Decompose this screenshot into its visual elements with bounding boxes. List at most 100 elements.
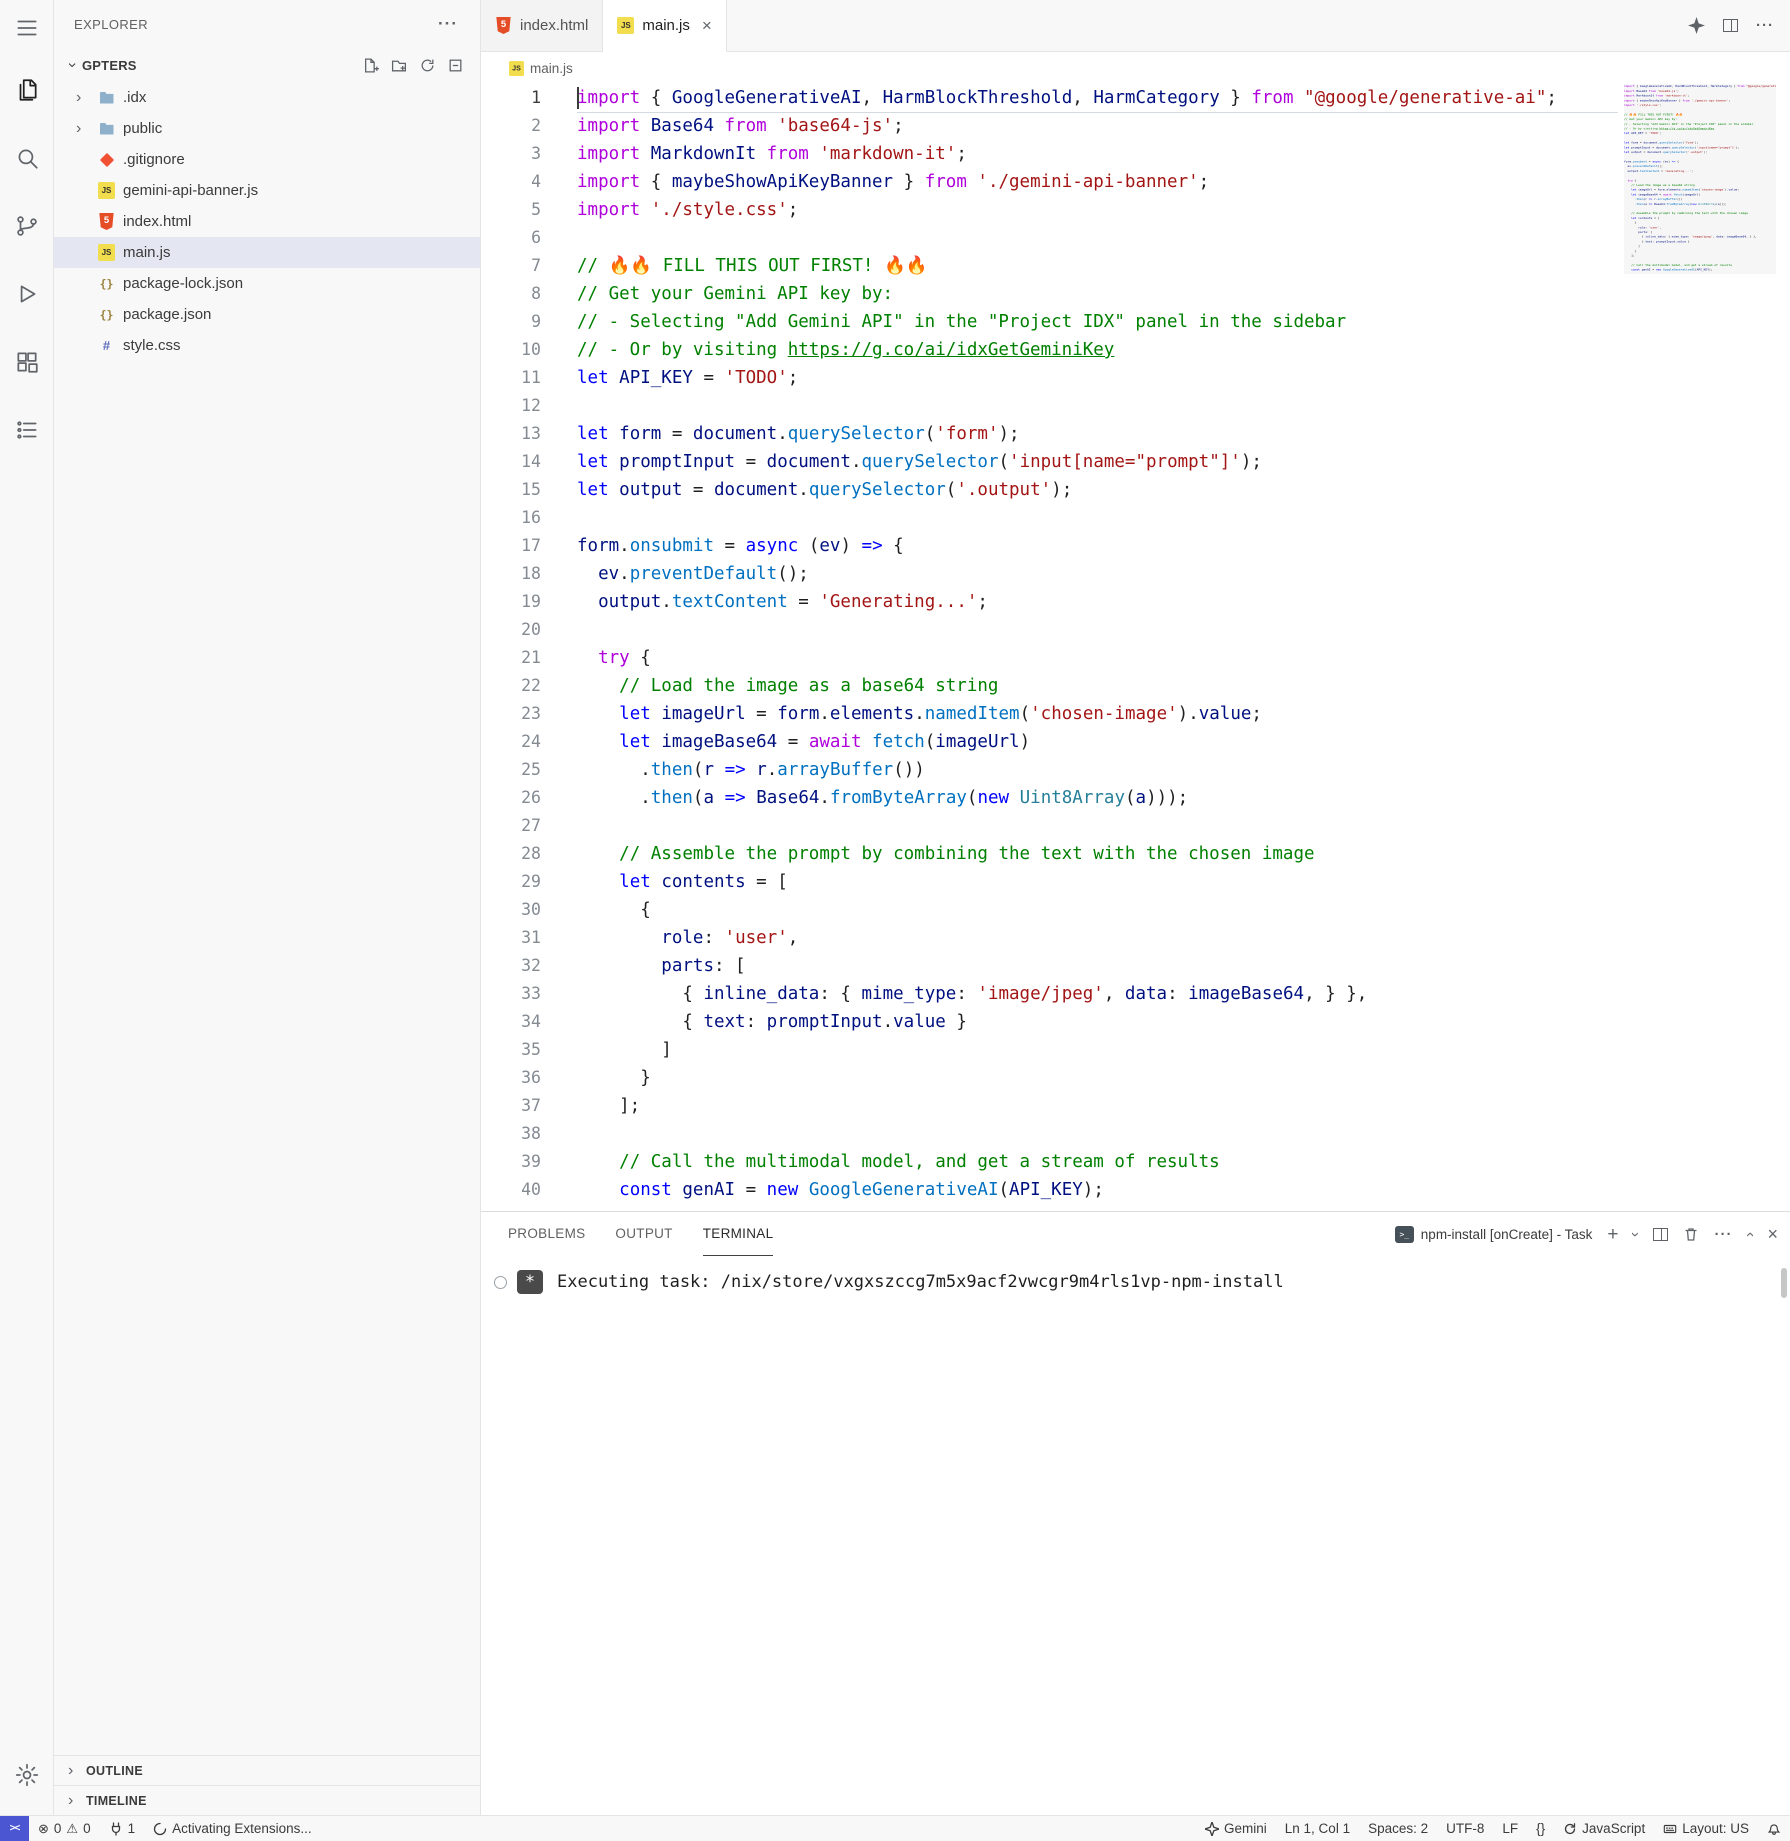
split-terminal-icon[interactable]	[1653, 1227, 1669, 1241]
git-file-icon	[98, 151, 115, 168]
code-line: // - Selecting "Add Gemini API" in the "…	[577, 312, 1347, 332]
maximize-panel-icon[interactable]: ›	[1741, 1232, 1758, 1237]
plug-icon	[111, 1821, 120, 1836]
status-cursor-position[interactable]: Ln 1, Col 1	[1276, 1816, 1359, 1841]
terminal-scrollbar[interactable]	[1781, 1268, 1787, 1298]
terminal-content[interactable]: * Executing task: /nix/store/vxgxszccg7m…	[481, 1256, 1790, 1815]
code-line: ];	[577, 1096, 641, 1116]
split-editor-icon[interactable]	[1723, 19, 1738, 32]
indentation-text: Spaces: 2	[1368, 1821, 1429, 1836]
refresh-icon[interactable]	[419, 57, 436, 74]
breadcrumb-file: main.js	[530, 60, 573, 76]
line-number: 34	[521, 1012, 541, 1031]
settings-gear-icon[interactable]	[0, 1741, 54, 1809]
activity-bar	[0, 0, 54, 1815]
code-editor[interactable]: 1 2 3 4 5 6 7 8 9 10 11 12 13 14 15 16 17 18 19 20 21 22 23 24 2…	[481, 84, 1790, 1211]
code-line: const genAI = new GoogleGenerativeAI(API…	[619, 1180, 1104, 1200]
tab-index-html[interactable]: index.html	[481, 0, 604, 51]
status-keyboard-layout[interactable]: Layout: US	[1654, 1816, 1758, 1841]
tab-output[interactable]: OUTPUT	[615, 1212, 672, 1256]
code-line: // 🔥🔥 FILL THIS OUT FIRST! 🔥🔥	[577, 256, 928, 276]
status-gemini[interactable]: Gemini	[1196, 1816, 1276, 1841]
layout-text: Layout: US	[1682, 1821, 1749, 1836]
search-icon[interactable]	[0, 124, 54, 192]
close-panel-icon[interactable]: ×	[1767, 1224, 1778, 1245]
terminal-task-selector[interactable]: >_ npm-install [onCreate] - Task	[1394, 1225, 1592, 1243]
js-file-icon	[617, 17, 635, 34]
chevron-right-icon: ›	[76, 119, 82, 137]
extensions-icon[interactable]	[0, 328, 54, 396]
line-number: 25	[521, 760, 541, 779]
status-encoding[interactable]: UTF-8	[1437, 1816, 1493, 1841]
code-line: import Base64 from 'base64-js';	[577, 116, 904, 136]
line-number: 3	[531, 144, 541, 163]
line-number: 4	[531, 172, 541, 191]
line-number: 37	[521, 1096, 541, 1115]
file-tree-item[interactable]: › public	[54, 113, 480, 144]
gemini-sparkle-icon[interactable]	[1688, 17, 1705, 34]
file-tree-item[interactable]: .gitignore	[54, 144, 480, 175]
new-file-icon[interactable]	[363, 57, 380, 74]
code-line: role: 'user',	[661, 928, 799, 948]
terminal-dropdown-icon[interactable]: ›	[1627, 1232, 1644, 1237]
project-section-header[interactable]: › GPTERS	[54, 48, 480, 82]
tab-problems[interactable]: PROBLEMS	[508, 1212, 585, 1256]
line-number: 35	[521, 1040, 541, 1059]
file-tree-item[interactable]: package.json	[54, 299, 480, 330]
line-number: 23	[521, 704, 541, 723]
kill-terminal-icon[interactable]	[1683, 1226, 1699, 1242]
file-tree-item[interactable]: package-lock.json	[54, 268, 480, 299]
remote-indicator[interactable]: ><	[0, 1816, 29, 1841]
file-name: package-lock.json	[123, 275, 244, 292]
more-actions-icon[interactable]: ···	[1756, 17, 1774, 34]
tab-terminal[interactable]: TERMINAL	[702, 1212, 774, 1256]
ports-count: 1	[127, 1821, 136, 1836]
line-number: 13	[521, 424, 541, 443]
line-number: 29	[521, 872, 541, 891]
project-panel-icon[interactable]	[0, 396, 54, 464]
status-ports[interactable]: 1	[100, 1816, 145, 1841]
new-folder-icon[interactable]	[391, 57, 408, 74]
file-tree-item[interactable]: › .idx	[54, 82, 480, 113]
code-line: let output = document.querySelector('.ou…	[577, 480, 1073, 500]
file-name: .gitignore	[123, 151, 185, 168]
code-lines[interactable]: import { GoogleGenerativeAI, HarmBlockTh…	[577, 84, 1618, 1211]
status-eol[interactable]: LF	[1493, 1816, 1527, 1841]
new-terminal-icon[interactable]: +	[1607, 1225, 1618, 1244]
folder-file-icon	[98, 120, 115, 137]
minimap[interactable]: import { GoogleGenerativeAI, HarmBlockTh…	[1624, 84, 1776, 1211]
project-name: GPTERS	[82, 57, 137, 73]
notifications-bell[interactable]	[1758, 1816, 1790, 1841]
panel-more-actions-icon[interactable]: ···	[1714, 1226, 1732, 1243]
collapse-all-icon[interactable]	[447, 57, 464, 74]
explorer-more-actions-icon[interactable]: ···	[438, 14, 458, 34]
outline-section-header[interactable]: › OUTLINE	[54, 1755, 480, 1785]
file-tree-item[interactable]: style.css	[54, 330, 480, 361]
status-language[interactable]: JavaScript	[1554, 1816, 1654, 1841]
breadcrumb[interactable]: main.js	[481, 52, 1790, 84]
code-line: }	[577, 1068, 651, 1088]
status-problems[interactable]: ⊗ 0 ⚠ 0	[29, 1816, 100, 1841]
js-file-icon	[509, 60, 524, 76]
remote-icon: ><	[9, 1823, 21, 1834]
menu-icon[interactable]	[0, 0, 54, 56]
terminal-icon: >_	[1394, 1225, 1414, 1243]
line-number: 7	[531, 256, 541, 275]
code-line: try {	[598, 648, 651, 668]
file-tree-item[interactable]: main.js	[54, 237, 480, 268]
file-tree-item[interactable]: gemini-api-banner.js	[54, 175, 480, 206]
source-control-icon[interactable]	[0, 192, 54, 260]
status-braces[interactable]: {}	[1527, 1816, 1554, 1841]
explorer-icon[interactable]	[0, 56, 54, 124]
close-icon[interactable]: ×	[702, 16, 712, 36]
status-indentation[interactable]: Spaces: 2	[1359, 1816, 1437, 1841]
status-message[interactable]: Activating Extensions...	[144, 1816, 321, 1841]
run-debug-icon[interactable]	[0, 260, 54, 328]
tab-main-js[interactable]: main.js ×	[603, 0, 727, 52]
file-tree-item[interactable]: index.html	[54, 206, 480, 237]
explorer-title: EXPLORER	[74, 16, 149, 32]
timeline-section-header[interactable]: › TIMELINE	[54, 1785, 480, 1815]
code-line: let imageUrl = form.elements.namedItem('…	[619, 704, 1262, 724]
html-file-icon	[496, 17, 511, 34]
